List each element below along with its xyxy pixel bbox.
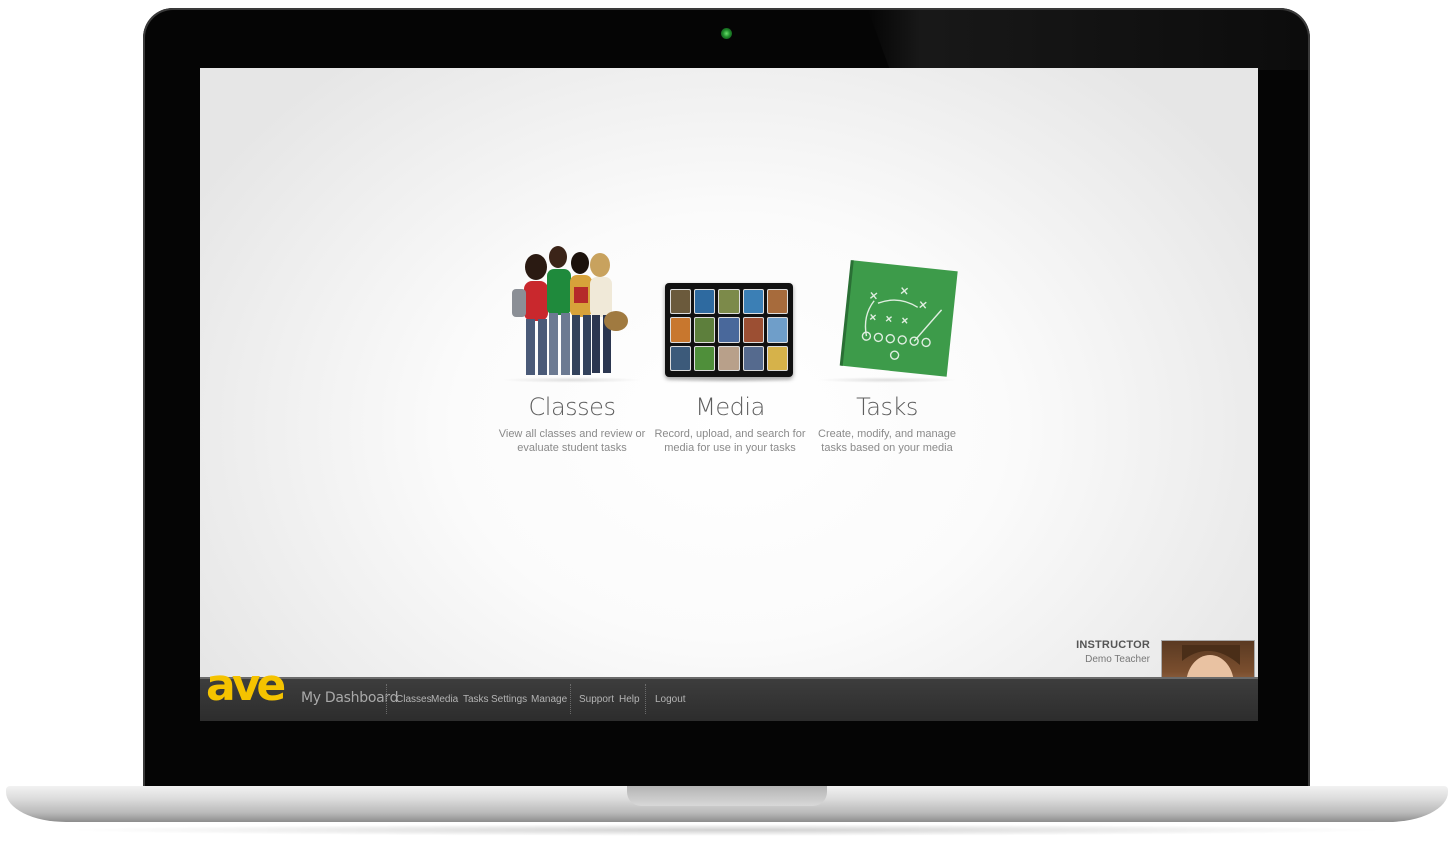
media-tile[interactable]: Media Record, upload, and search for med… — [650, 243, 810, 455]
tile-title: Media — [695, 393, 765, 421]
tile-title: Tasks — [856, 393, 918, 421]
nav-classes[interactable]: Classes — [396, 694, 432, 705]
tile-description: Create, modify, and manage tasks based o… — [818, 428, 956, 454]
tile-reflection — [502, 377, 642, 383]
nav-divider — [386, 684, 387, 714]
tablet-frame — [665, 283, 793, 377]
my-dashboard-link[interactable]: My Dashboard — [301, 690, 398, 706]
nav-help[interactable]: Help — [619, 694, 640, 705]
webcam-indicator — [721, 28, 732, 39]
user-role: INSTRUCTOR — [1076, 639, 1150, 651]
nav-tasks[interactable]: Tasks — [463, 694, 489, 705]
laptop-shadow — [60, 824, 1394, 836]
tasks-tile[interactable]: Tasks Create, modify, and manage tasks b… — [807, 243, 967, 455]
logout-link[interactable]: Logout — [655, 694, 686, 705]
tile-reflection — [817, 377, 957, 383]
ave-logo[interactable]: ave — [204, 656, 296, 711]
dashboard-screen: Classes View all classes and review or e… — [200, 68, 1258, 721]
tile-description: Record, upload, and search for media for… — [654, 428, 806, 454]
nav-divider — [570, 684, 571, 714]
user-info: INSTRUCTOR Demo Teacher — [1076, 639, 1150, 665]
nav-settings[interactable]: Settings — [491, 694, 527, 705]
tile-description: View all classes and review or evaluate … — [498, 428, 646, 454]
nav-manage[interactable]: Manage — [531, 694, 567, 705]
laptop-notch — [627, 786, 827, 806]
tile-title: Classes — [528, 393, 616, 421]
nav-divider — [645, 684, 646, 714]
tile-reflection — [660, 377, 800, 383]
students-photo — [492, 243, 652, 383]
classes-tile[interactable]: Classes View all classes and review or e… — [492, 243, 652, 455]
playbook-board-icon — [807, 243, 967, 383]
user-name: Demo Teacher — [1085, 654, 1150, 665]
nav-support[interactable]: Support — [579, 694, 614, 705]
logo-text: ave — [206, 660, 284, 708]
media-tablet-icon — [650, 243, 810, 383]
nav-media[interactable]: Media — [431, 694, 458, 705]
lid-glare — [868, 10, 1308, 70]
